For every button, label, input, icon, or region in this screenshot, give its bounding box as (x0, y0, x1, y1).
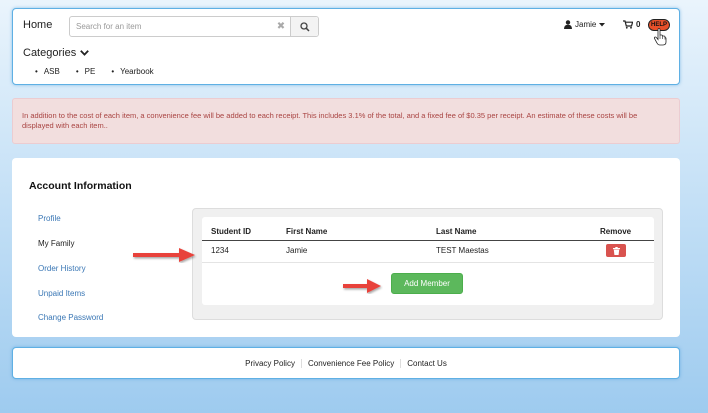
sidebar-item-profile[interactable]: Profile (38, 214, 61, 223)
search-button[interactable] (290, 17, 318, 36)
footer-link-contact-us[interactable]: Contact Us (400, 359, 453, 368)
fee-alert-text: In addition to the cost of each item, a … (22, 111, 638, 130)
hand-pointer-icon (653, 28, 667, 46)
clear-icon[interactable]: ✖ (272, 17, 290, 36)
sidebar-item-my-family[interactable]: My Family (38, 239, 74, 248)
page-title: Account Information (29, 180, 132, 192)
column-header-last-name: Last Name (436, 227, 477, 236)
family-members-table: Student ID First Name Last Name Remove 1… (202, 217, 654, 305)
cell-last-name: TEST Maestas (436, 246, 489, 255)
category-item[interactable]: PE (76, 67, 96, 76)
category-item[interactable]: ASB (35, 67, 60, 76)
category-list: ASB PE Yearbook (35, 67, 154, 76)
cart-button[interactable]: 0 (623, 20, 640, 29)
footer-link-convenience-fee-policy[interactable]: Convenience Fee Policy (300, 359, 400, 368)
cart-count: 0 (636, 20, 641, 29)
footer-link-privacy-policy[interactable]: Privacy Policy (239, 359, 301, 368)
search-input[interactable] (70, 17, 272, 36)
family-members-well: Student ID First Name Last Name Remove 1… (192, 208, 663, 320)
trash-icon (612, 246, 620, 255)
cell-student-id: 1234 (211, 246, 229, 255)
chevron-down-icon (80, 50, 90, 56)
row-divider (202, 262, 654, 263)
account-panel: Account Information Profile My Family Or… (12, 158, 680, 337)
sidebar-item-unpaid-items[interactable]: Unpaid Items (38, 289, 85, 298)
add-member-button[interactable]: Add Member (391, 273, 463, 294)
footer: Privacy Policy Convenience Fee Policy Co… (12, 347, 680, 379)
top-navbar: Home ✖ Jamie 0 HELP Categories (12, 8, 680, 85)
user-icon (564, 20, 572, 29)
arrow-right-icon (133, 248, 195, 262)
search-icon (299, 21, 310, 32)
arrow-right-icon (343, 279, 381, 293)
categories-label: Categories (23, 47, 77, 59)
column-header-remove: Remove (600, 227, 632, 236)
column-header-student-id: Student ID (211, 227, 251, 236)
fee-alert: In addition to the cost of each item, a … (12, 98, 680, 144)
search-box: ✖ (69, 16, 319, 37)
footer-links: Privacy Policy Convenience Fee Policy Co… (13, 359, 679, 368)
table-header-divider (202, 240, 654, 241)
categories-toggle[interactable]: Categories (23, 47, 90, 59)
user-name: Jamie (575, 20, 597, 29)
user-menu[interactable]: Jamie (564, 20, 606, 29)
caret-down-icon (599, 22, 606, 26)
column-header-first-name: First Name (286, 227, 328, 236)
home-link[interactable]: Home (23, 19, 52, 31)
cart-icon (623, 20, 633, 29)
sidebar-item-change-password[interactable]: Change Password (38, 313, 103, 322)
cell-first-name: Jamie (286, 246, 308, 255)
category-item[interactable]: Yearbook (111, 67, 154, 76)
remove-member-button[interactable] (606, 244, 626, 257)
sidebar-item-order-history[interactable]: Order History (38, 264, 86, 273)
